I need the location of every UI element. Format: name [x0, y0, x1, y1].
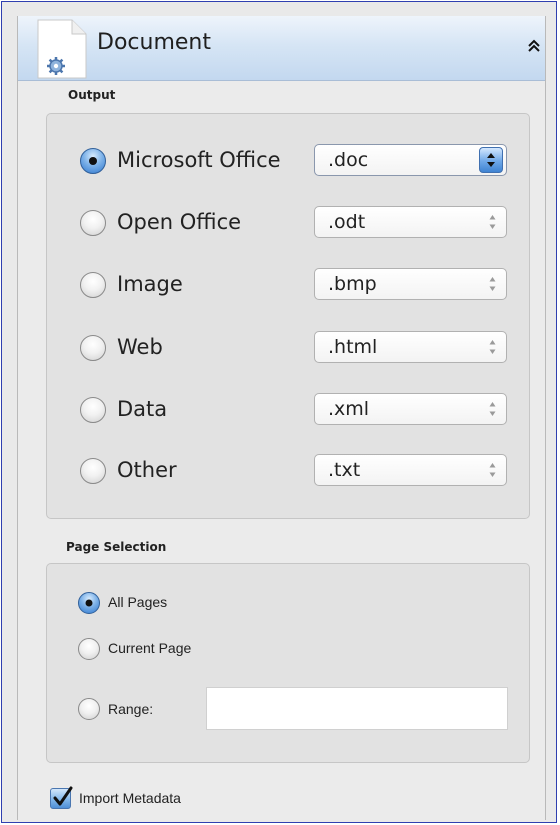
- format-value: .bmp: [328, 273, 377, 295]
- select-stepper-icon: [485, 337, 500, 357]
- format-select-other[interactable]: .txt: [314, 454, 507, 486]
- select-stepper-icon: [485, 399, 500, 419]
- radio-image[interactable]: [80, 272, 106, 298]
- format-value: .html: [328, 336, 378, 358]
- checkmark-icon: [53, 786, 73, 806]
- option-label-microsoft-office[interactable]: Microsoft Office: [117, 148, 281, 172]
- option-label-data[interactable]: Data: [117, 397, 167, 421]
- import-metadata-checkbox[interactable]: [50, 786, 73, 809]
- format-select-image[interactable]: .bmp: [314, 268, 507, 300]
- format-value: .txt: [328, 459, 361, 481]
- import-metadata-label[interactable]: Import Metadata: [79, 790, 181, 806]
- output-section-label: Output: [68, 88, 116, 102]
- option-label-other[interactable]: Other: [117, 458, 177, 482]
- select-stepper-icon: [479, 147, 503, 173]
- format-select-web[interactable]: .html: [314, 331, 507, 363]
- select-stepper-icon: [485, 460, 500, 480]
- current-page-label[interactable]: Current Page: [108, 640, 191, 656]
- format-select-microsoft-office[interactable]: .doc: [314, 144, 507, 176]
- range-input[interactable]: [206, 687, 508, 730]
- radio-other[interactable]: [80, 458, 106, 484]
- radio-all-pages[interactable]: [78, 592, 100, 614]
- radio-microsoft-office[interactable]: [80, 148, 106, 174]
- option-label-open-office[interactable]: Open Office: [117, 210, 241, 234]
- document-gear-icon: [34, 18, 90, 80]
- format-select-open-office[interactable]: .odt: [314, 206, 507, 238]
- format-value: .odt: [328, 211, 366, 233]
- radio-open-office[interactable]: [80, 210, 106, 236]
- range-label[interactable]: Range:: [108, 701, 153, 717]
- radio-range[interactable]: [78, 698, 100, 720]
- radio-current-page[interactable]: [78, 638, 100, 660]
- format-value: .doc: [328, 149, 369, 171]
- format-value: .xml: [328, 398, 370, 420]
- panel-title: Document: [97, 30, 211, 55]
- chevron-double-up-icon[interactable]: [526, 38, 542, 54]
- option-label-image[interactable]: Image: [117, 272, 183, 296]
- all-pages-label[interactable]: All Pages: [108, 594, 167, 610]
- format-select-data[interactable]: .xml: [314, 393, 507, 425]
- option-label-web[interactable]: Web: [117, 335, 163, 359]
- radio-data[interactable]: [80, 397, 106, 423]
- radio-web[interactable]: [80, 335, 106, 361]
- select-stepper-icon: [485, 274, 500, 294]
- page-selection-section-label: Page Selection: [66, 540, 167, 554]
- page-selection-group-box: [46, 563, 530, 763]
- select-stepper-icon: [485, 212, 500, 232]
